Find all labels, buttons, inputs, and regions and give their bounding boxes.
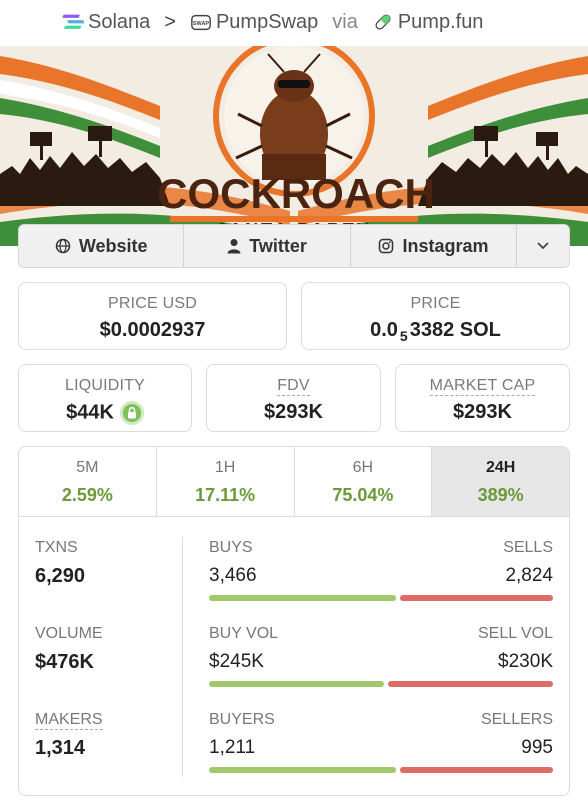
buy-bar-segment xyxy=(209,595,397,601)
sell-vol-label: SELL VOL xyxy=(477,625,553,642)
fdv-box: FDV $293K xyxy=(206,364,381,432)
more-links-button[interactable] xyxy=(517,225,569,267)
market-cap-value: $293K xyxy=(453,401,512,423)
buys-sells-bar xyxy=(209,595,553,601)
price-usd-label: PRICE USD xyxy=(108,295,197,312)
buy-vol-label: BUY VOL xyxy=(209,625,279,642)
liquidity-value: $44K xyxy=(66,401,114,424)
price-sol-label: PRICE xyxy=(410,295,461,312)
tab-label: 1H xyxy=(214,459,236,476)
price-usd-value: $0.0002937 xyxy=(99,319,206,341)
chevron-down-icon xyxy=(537,242,549,250)
twitter-button[interactable]: Twitter xyxy=(184,225,351,267)
tab-1h[interactable]: 1H 17.11% xyxy=(157,447,295,516)
buyers-label: BUYERS xyxy=(209,711,275,728)
tab-change: 75.04% xyxy=(332,485,394,505)
buys-value: 3,466 xyxy=(209,565,257,586)
price-sol-prefix: 0.0 xyxy=(370,319,398,341)
user-icon xyxy=(227,239,241,254)
instagram-icon xyxy=(379,238,394,254)
tab-change: 2.59% xyxy=(61,485,113,505)
liquidity-value-row: $44K xyxy=(19,401,191,425)
lock-icon[interactable] xyxy=(119,401,144,425)
makers-value: 1,314 xyxy=(35,737,86,759)
tab-5m[interactable]: 5M 2.59% xyxy=(19,447,157,516)
price-usd-box: PRICE USD $0.0002937 xyxy=(18,282,287,350)
tab-change: 389% xyxy=(477,485,524,505)
breadcrumb-launchpad[interactable]: Pump.fun xyxy=(372,10,484,34)
breadcrumb: Solana > SWAP PumpSwap via Pump.fun xyxy=(0,0,588,44)
globe-icon xyxy=(55,238,71,254)
volume-value: $476K xyxy=(35,651,94,673)
liquidity-box: LIQUIDITY $44K xyxy=(18,364,192,432)
tab-label: 6H xyxy=(352,459,374,476)
makers-label[interactable]: MAKERS xyxy=(35,711,103,730)
social-links-bar: Website Twitter Instagram xyxy=(18,224,570,268)
timeframe-stats-panel: 5M 2.59% 1H 17.11% 6H 75.04% 24H 389% TX… xyxy=(18,446,570,796)
buyvol-sellvol-bar xyxy=(209,681,553,687)
txns-metric: TXNS 6,290 xyxy=(35,539,85,588)
fdv-value: $293K xyxy=(264,401,323,423)
buyvol-sellvol-split: BUY VOL SELL VOL $245K $230K xyxy=(209,625,553,687)
sell-bar-segment xyxy=(399,767,553,773)
pumpswap-icon: SWAP xyxy=(191,14,211,31)
instagram-label: Instagram xyxy=(402,235,489,256)
twitter-label: Twitter xyxy=(249,235,307,256)
tab-24h[interactable]: 24H 389% xyxy=(432,447,569,516)
price-sol-suffix: 3382 SOL xyxy=(409,319,501,341)
price-sol-zero-count: 5 xyxy=(399,328,408,344)
breadcrumb-chain[interactable]: Solana xyxy=(62,11,150,34)
banner-artwork: COCKROACH JANTA PARTY xyxy=(0,46,588,246)
txns-value: 6,290 xyxy=(35,565,86,587)
breadcrumb-chain-label: Solana xyxy=(88,10,151,33)
makers-metric: MAKERS 1,314 xyxy=(35,711,103,760)
volume-metric: VOLUME $476K xyxy=(35,625,103,674)
market-cap-label[interactable]: MARKET CAP xyxy=(429,377,536,396)
tab-label: 24H xyxy=(485,459,516,476)
token-banner: COCKROACH JANTA PARTY xyxy=(0,46,588,246)
website-button[interactable]: Website xyxy=(19,225,185,267)
sells-value: 2,824 xyxy=(505,565,553,586)
breadcrumb-dex-label: PumpSwap xyxy=(215,10,319,33)
breadcrumb-via: via xyxy=(332,10,358,33)
svg-text:SWAP: SWAP xyxy=(193,21,210,27)
tab-label: 5M xyxy=(76,459,99,476)
trade-metrics: TXNS 6,290 VOLUME $476K MAKERS 1,314 BUY… xyxy=(19,517,569,795)
price-sol-value: 0.0 5 3382 SOL xyxy=(302,319,569,344)
market-cap-box: MARKET CAP $293K xyxy=(395,364,570,432)
breadcrumb-separator: > xyxy=(164,10,176,33)
buys-label: BUYS xyxy=(209,539,253,556)
buys-sells-split: BUYS SELLS 3,466 2,824 xyxy=(209,539,553,601)
sells-label: SELLS xyxy=(503,539,553,556)
fdv-label[interactable]: FDV xyxy=(277,377,310,396)
sellers-label: SELLERS xyxy=(480,711,553,728)
buyers-value: 1,211 xyxy=(209,737,256,758)
sell-bar-segment xyxy=(388,681,553,687)
website-label: Website xyxy=(78,235,148,256)
sell-bar-segment xyxy=(400,595,553,601)
buy-vol-value: $245K xyxy=(209,651,264,672)
buy-bar-segment xyxy=(209,681,385,687)
tab-change: 17.11% xyxy=(195,485,256,505)
breadcrumb-dex[interactable]: SWAP PumpSwap xyxy=(190,11,318,34)
metrics-divider xyxy=(182,537,183,777)
buy-bar-segment xyxy=(209,767,396,773)
volume-label: VOLUME xyxy=(35,625,103,642)
breadcrumb-launchpad-label: Pump.fun xyxy=(397,10,484,33)
pill-icon xyxy=(375,14,391,30)
txns-label: TXNS xyxy=(35,539,78,556)
liquidity-label: LIQUIDITY xyxy=(64,377,146,394)
instagram-button[interactable]: Instagram xyxy=(351,225,518,267)
tab-6h[interactable]: 6H 75.04% xyxy=(295,447,433,516)
sell-vol-value: $230K xyxy=(498,651,553,672)
solana-icon xyxy=(62,14,84,29)
buyers-sellers-split: BUYERS SELLERS 1,211 995 xyxy=(209,711,553,773)
price-sol-box: PRICE 0.0 5 3382 SOL xyxy=(301,282,570,350)
timeframe-tabs: 5M 2.59% 1H 17.11% 6H 75.04% 24H 389% xyxy=(19,447,569,517)
buyers-sellers-bar xyxy=(209,767,553,773)
banner-title: COCKROACH xyxy=(157,170,435,217)
sellers-value: 995 xyxy=(521,737,553,758)
